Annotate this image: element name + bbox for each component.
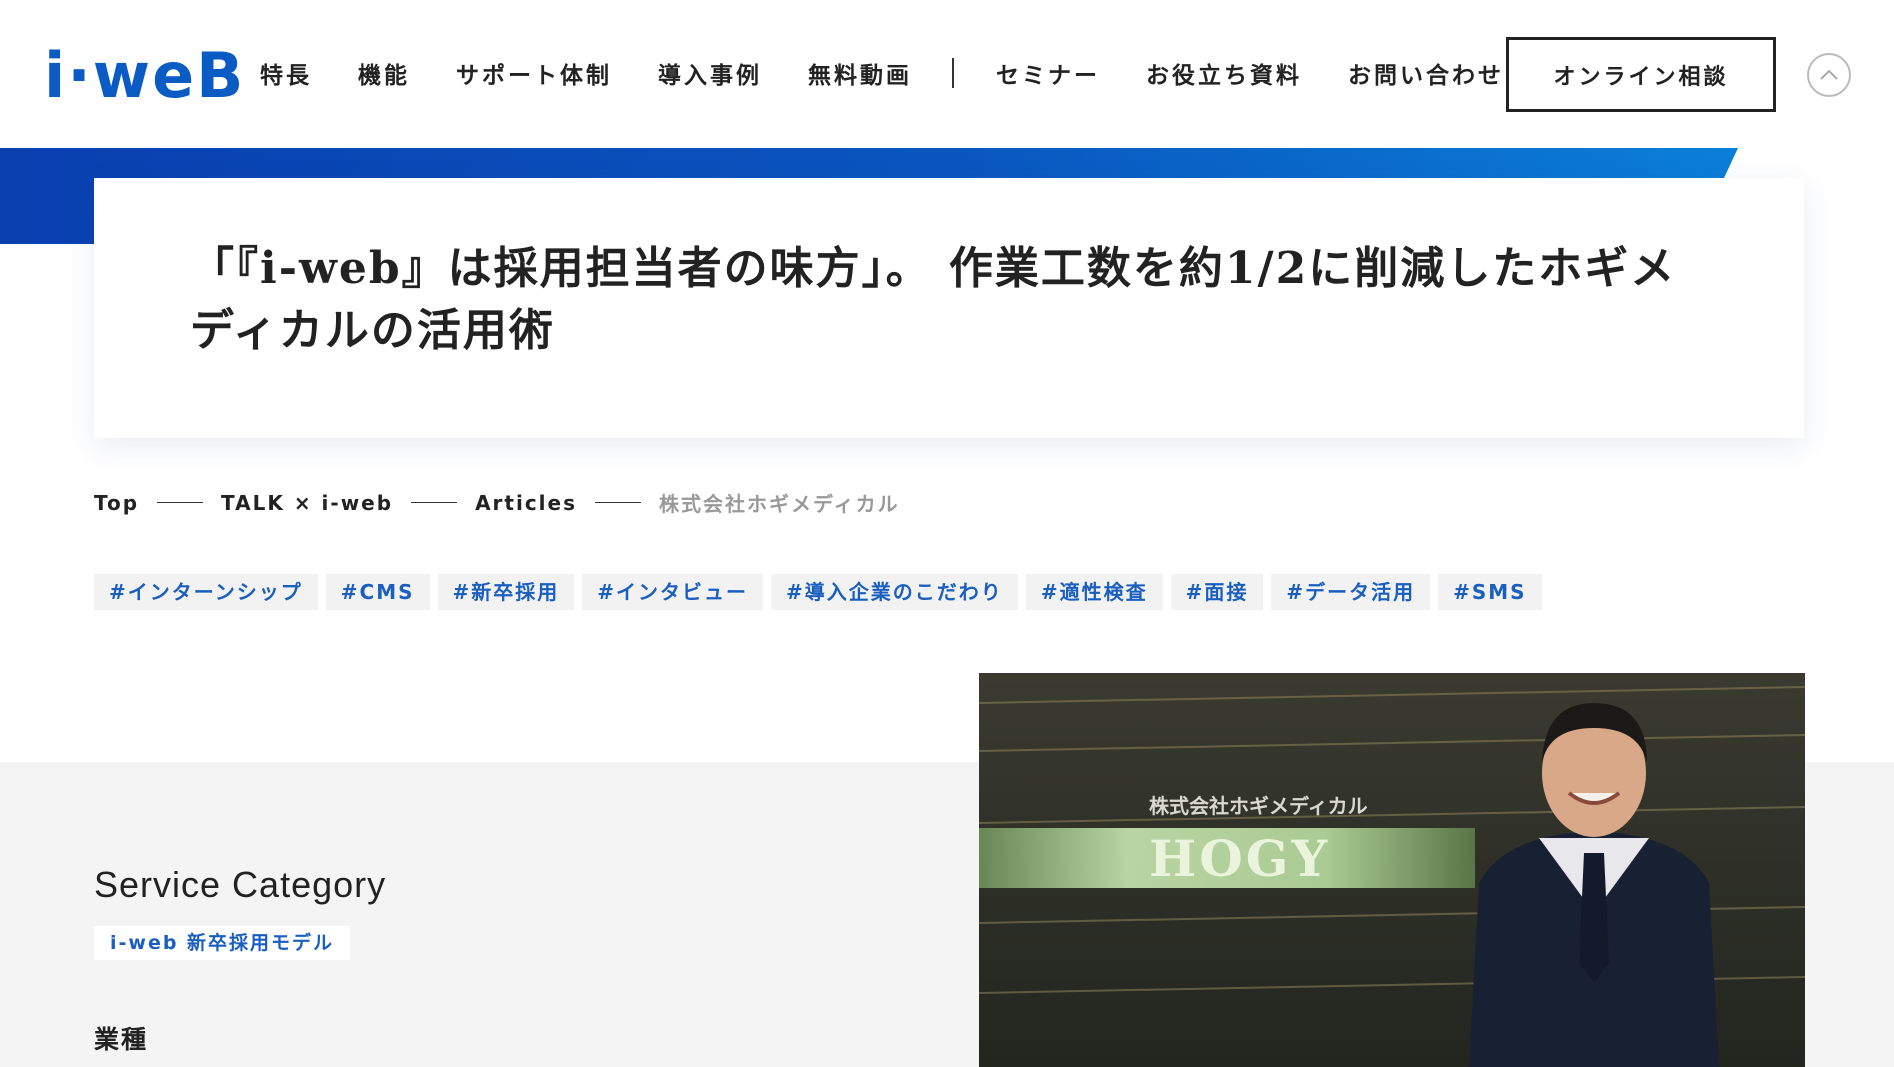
nav-item-functions[interactable]: 機能 [358,56,410,90]
tag-company-commitment[interactable]: #導入企業のこだわり [771,574,1018,610]
breadcrumb-top[interactable]: Top [94,491,139,515]
scroll-top-button[interactable] [1807,53,1851,97]
nav-divider [952,58,954,88]
breadcrumb-separator [411,502,458,503]
tag-aptitude-test[interactable]: #適性検査 [1025,574,1163,610]
site-logo[interactable]: i·weB [44,44,245,108]
breadcrumb: Top TALK × i-web Articles 株式会社ホギメディカル [94,488,900,517]
breadcrumb-separator [157,502,204,503]
nav-item-resources[interactable]: お役立ち資料 [1146,56,1302,90]
interview-photo: 株式会社ホギメディカル HOGY [979,673,1805,1067]
nav-item-videos[interactable]: 無料動画 [808,56,912,90]
breadcrumb-articles[interactable]: Articles [475,491,577,515]
tag-data-utilization[interactable]: #データ活用 [1271,574,1431,610]
tag-sms[interactable]: #SMS [1438,574,1542,610]
industry-label: 業種 [94,1025,149,1054]
nav-item-seminar[interactable]: セミナー [996,56,1100,90]
nav-item-contact[interactable]: お問い合わせ [1348,56,1504,90]
article-title-card: 「『i-web』は採用担当者の味方」。 作業工数を約1/2に削減したホギメディカ… [94,178,1804,438]
photo-sign-large: HOGY [1149,829,1330,888]
photo-sign-small: 株式会社ホギメディカル [1149,794,1368,818]
nav-item-support[interactable]: サポート体制 [456,56,612,90]
tag-internship[interactable]: #インターンシップ [94,574,318,610]
service-category-heading: Service Category [94,864,387,905]
breadcrumb-separator [595,502,641,503]
tag-new-grad[interactable]: #新卒採用 [437,574,575,610]
nav-item-features[interactable]: 特長 [260,56,312,90]
online-consultation-button[interactable]: オンライン相談 [1506,37,1776,112]
tag-list: #インターンシップ #CMS #新卒採用 #インタビュー #導入企業のこだわり … [94,574,1550,610]
site-header: i·weB 特長 機能 サポート体制 導入事例 無料動画 セミナー お役立ち資料… [0,0,1894,148]
tag-mensetsu[interactable]: #面接 [1170,574,1264,610]
service-category-tag[interactable]: i-web 新卒採用モデル [94,926,351,960]
main-nav: 特長 機能 サポート体制 導入事例 無料動画 セミナー お役立ち資料 お問い合わ… [260,56,1550,90]
breadcrumb-talk[interactable]: TALK × i-web [221,491,393,515]
article-title: 「『i-web』は採用担当者の味方」。 作業工数を約1/2に削減したホギメディカ… [190,243,1677,356]
breadcrumb-current: 株式会社ホギメディカル [659,492,900,516]
tag-interview[interactable]: #インタビュー [582,574,764,610]
tag-cms[interactable]: #CMS [325,574,430,610]
chevron-up-icon [1820,69,1838,80]
nav-item-cases[interactable]: 導入事例 [658,56,762,90]
